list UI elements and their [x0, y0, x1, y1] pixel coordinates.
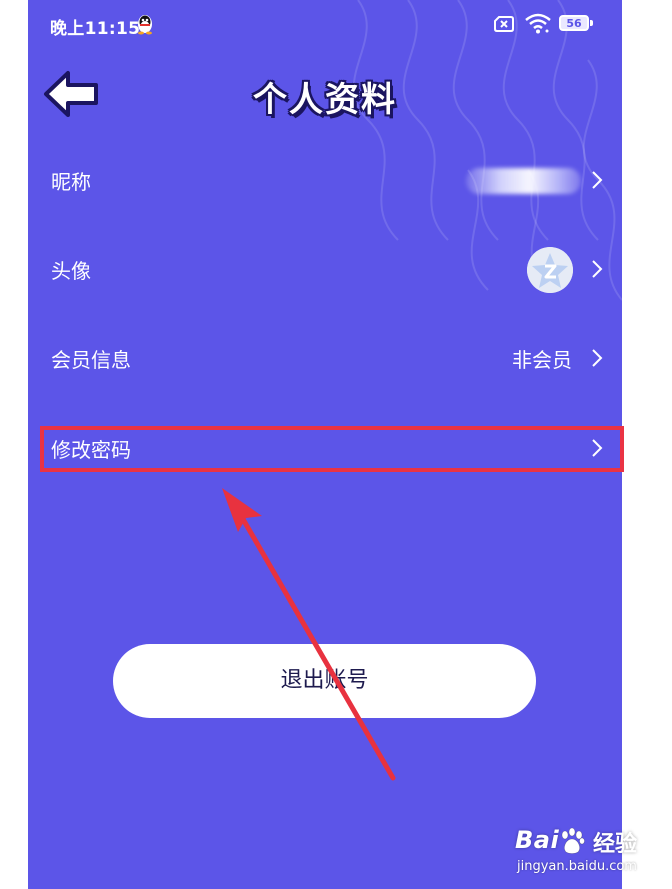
avatar-label: 头像	[51, 259, 91, 283]
nickname-value-blurred	[466, 168, 581, 194]
avatar-star-icon	[527, 247, 573, 293]
nickname-label: 昵称	[51, 170, 91, 194]
status-bar: 晚上11:15 56	[28, 0, 622, 50]
status-time: 晚上11:15	[50, 19, 141, 39]
membership-row[interactable]: 会员信息 非会员	[28, 328, 622, 388]
wifi-icon	[525, 13, 551, 34]
watermark-brand: Bai	[515, 826, 560, 854]
highlight-box	[40, 426, 624, 472]
nickname-row[interactable]: 昵称	[28, 150, 622, 210]
chevron-right-icon	[592, 349, 603, 367]
battery-tip	[590, 20, 593, 26]
watermark-brand-cn: 经验	[593, 832, 638, 857]
battery-level: 56	[559, 15, 589, 31]
chevron-right-icon	[592, 171, 603, 189]
chevron-right-icon	[592, 260, 603, 278]
logout-button[interactable]: 退出账号	[113, 644, 536, 718]
membership-label: 会员信息	[51, 348, 131, 372]
baidu-paw-icon	[561, 827, 585, 854]
qq-penguin-icon	[138, 15, 152, 35]
baidu-watermark: Bai 经验 jingyan.baidu.com	[515, 826, 665, 886]
no-sim-icon	[494, 16, 514, 32]
battery-indicator: 56	[559, 15, 595, 33]
watermark-url: jingyan.baidu.com	[517, 859, 637, 874]
page-title: 个人资料	[253, 80, 397, 120]
avatar-row[interactable]: 头像	[28, 239, 622, 299]
avatar	[527, 247, 573, 293]
membership-value: 非会员	[512, 348, 572, 372]
